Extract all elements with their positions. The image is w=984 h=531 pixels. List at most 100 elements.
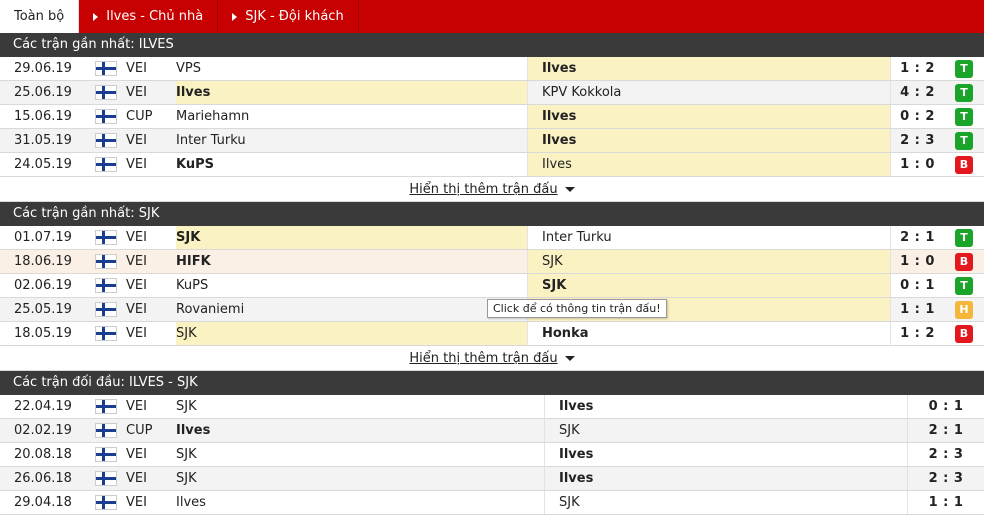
home-team[interactable]: SJK [176, 322, 528, 345]
match-date: 18.05.19 [14, 326, 72, 341]
home-team[interactable]: Ilves [176, 81, 528, 104]
finland-flag-icon [96, 231, 116, 244]
away-team[interactable]: Ilves [528, 57, 891, 80]
caret-down-icon[interactable] [564, 187, 575, 192]
match-row[interactable]: 02.06.19 VEI KuPS SJK 0 : 1 T [0, 274, 984, 298]
away-team[interactable]: Ilves [528, 153, 891, 176]
match-score[interactable]: 1 : 2 [891, 322, 944, 345]
match-score[interactable]: 2 : 1 [891, 226, 944, 249]
away-team[interactable]: SJK [545, 491, 908, 514]
home-team[interactable]: Rovaniemi [176, 298, 528, 321]
flag-cell [86, 443, 126, 466]
match-date: 25.05.19 [14, 302, 72, 317]
finland-flag-icon [96, 158, 116, 171]
league-code: VEI [126, 85, 147, 100]
match-row[interactable]: 31.05.19 VEI Inter Turku Ilves 2 : 3 T [0, 129, 984, 153]
flag-cell [86, 395, 126, 418]
away-team[interactable]: Ilves [528, 129, 891, 152]
match-date: 18.06.19 [14, 254, 72, 269]
match-score[interactable]: 4 : 2 [891, 81, 944, 104]
tab-home-team[interactable]: Ilves - Chủ nhà [79, 0, 219, 33]
match-score[interactable]: 2 : 3 [908, 467, 984, 490]
home-team[interactable]: Ilves [176, 491, 545, 514]
result-cell: T [944, 274, 984, 297]
match-score[interactable]: 0 : 2 [891, 105, 944, 128]
away-team[interactable]: SJK [528, 274, 891, 297]
match-score[interactable]: 2 : 3 [908, 443, 984, 466]
match-score[interactable]: 1 : 0 [891, 250, 944, 273]
match-row[interactable]: 15.06.19 CUP Mariehamn Ilves 0 : 2 T [0, 105, 984, 129]
away-team[interactable]: Ilves [545, 443, 908, 466]
finland-flag-icon [96, 448, 116, 461]
result-badge: T [955, 83, 973, 102]
match-row[interactable]: 18.06.19 VEI HIFK SJK 1 : 0 B [0, 250, 984, 274]
home-team[interactable]: SJK [176, 226, 528, 249]
away-team[interactable]: Ilves [545, 395, 908, 418]
home-team[interactable]: KuPS [176, 153, 528, 176]
match-score[interactable]: 1 : 2 [891, 57, 944, 80]
flag-cell [86, 274, 126, 297]
match-date: 24.05.19 [14, 157, 72, 172]
flag-cell [86, 419, 126, 442]
match-score[interactable]: 1 : 0 [891, 153, 944, 176]
away-team[interactable]: Ilves [528, 105, 891, 128]
finland-flag-icon [96, 327, 116, 340]
finland-flag-icon [96, 472, 116, 485]
match-date: 29.06.19 [14, 61, 72, 76]
match-row[interactable]: 02.02.19 CUP Ilves SJK 2 : 1 [0, 419, 984, 443]
match-score[interactable]: 2 : 1 [908, 419, 984, 442]
caret-down-icon[interactable] [564, 356, 575, 361]
away-team[interactable]: Ilves [545, 467, 908, 490]
show-more-link[interactable]: Hiển thị thêm trận đấu [409, 351, 557, 366]
match-date: 25.06.19 [14, 85, 72, 100]
flag-cell [86, 153, 126, 176]
home-team[interactable]: Ilves [176, 419, 545, 442]
section-header: Các trận gần nhất: ILVES [0, 33, 984, 57]
match-row[interactable]: 18.05.19 VEI SJK Honka 1 : 2 B [0, 322, 984, 346]
match-row[interactable]: 22.04.19 VEI SJK Ilves 0 : 1 [0, 395, 984, 419]
result-cell: B [944, 250, 984, 273]
result-badge: H [955, 300, 973, 319]
match-row[interactable]: 20.08.18 VEI SJK Ilves 2 : 3 [0, 443, 984, 467]
home-team[interactable]: SJK [176, 395, 545, 418]
finland-flag-icon [96, 86, 116, 99]
match-row[interactable]: 26.06.18 VEI SJK Ilves 2 : 3 [0, 467, 984, 491]
finland-flag-icon [96, 279, 116, 292]
section-header: Các trận gần nhất: SJK [0, 202, 984, 226]
home-team[interactable]: HIFK [176, 250, 528, 273]
match-date: 26.06.18 [14, 471, 72, 486]
match-row[interactable]: 29.04.18 VEI Ilves SJK 1 : 1 [0, 491, 984, 515]
away-team[interactable]: Honka [528, 322, 891, 345]
away-team[interactable]: SJK [545, 419, 908, 442]
home-team[interactable]: Mariehamn [176, 105, 528, 128]
match-score[interactable]: 0 : 1 [891, 274, 944, 297]
home-team[interactable]: KuPS [176, 274, 528, 297]
match-score[interactable]: 2 : 3 [891, 129, 944, 152]
result-cell: B [944, 322, 984, 345]
home-team[interactable]: VPS [176, 57, 528, 80]
match-row[interactable]: 24.05.19 VEI KuPS Ilves 1 : 0 B [0, 153, 984, 177]
away-team[interactable]: Inter Turku [528, 226, 891, 249]
league-code: VEI [126, 157, 147, 172]
match-info-tooltip: Click để có thông tin trận đấu! [487, 299, 667, 318]
match-score[interactable]: 1 : 1 [891, 298, 944, 321]
away-team[interactable]: SJK [528, 250, 891, 273]
match-score[interactable]: 0 : 1 [908, 395, 984, 418]
show-more-link[interactable]: Hiển thị thêm trận đấu [409, 182, 557, 197]
match-row[interactable]: 29.06.19 VEI VPS Ilves 1 : 2 T [0, 57, 984, 81]
result-cell: T [944, 57, 984, 80]
league-code: VEI [126, 471, 147, 486]
home-team[interactable]: Inter Turku [176, 129, 528, 152]
league-code: CUP [126, 423, 153, 438]
tab-all[interactable]: Toàn bộ [0, 0, 80, 33]
match-score[interactable]: 1 : 1 [908, 491, 984, 514]
flag-cell [86, 467, 126, 490]
match-row[interactable]: 25.06.19 VEI Ilves KPV Kokkola 4 : 2 T [0, 81, 984, 105]
match-row[interactable]: 01.07.19 VEI SJK Inter Turku 2 : 1 T [0, 226, 984, 250]
home-team[interactable]: SJK [176, 443, 545, 466]
flag-cell [86, 105, 126, 128]
tab-away-team[interactable]: SJK - Đội khách [218, 0, 359, 33]
flag-cell [86, 298, 126, 321]
home-team[interactable]: SJK [176, 467, 545, 490]
away-team[interactable]: KPV Kokkola [528, 81, 891, 104]
